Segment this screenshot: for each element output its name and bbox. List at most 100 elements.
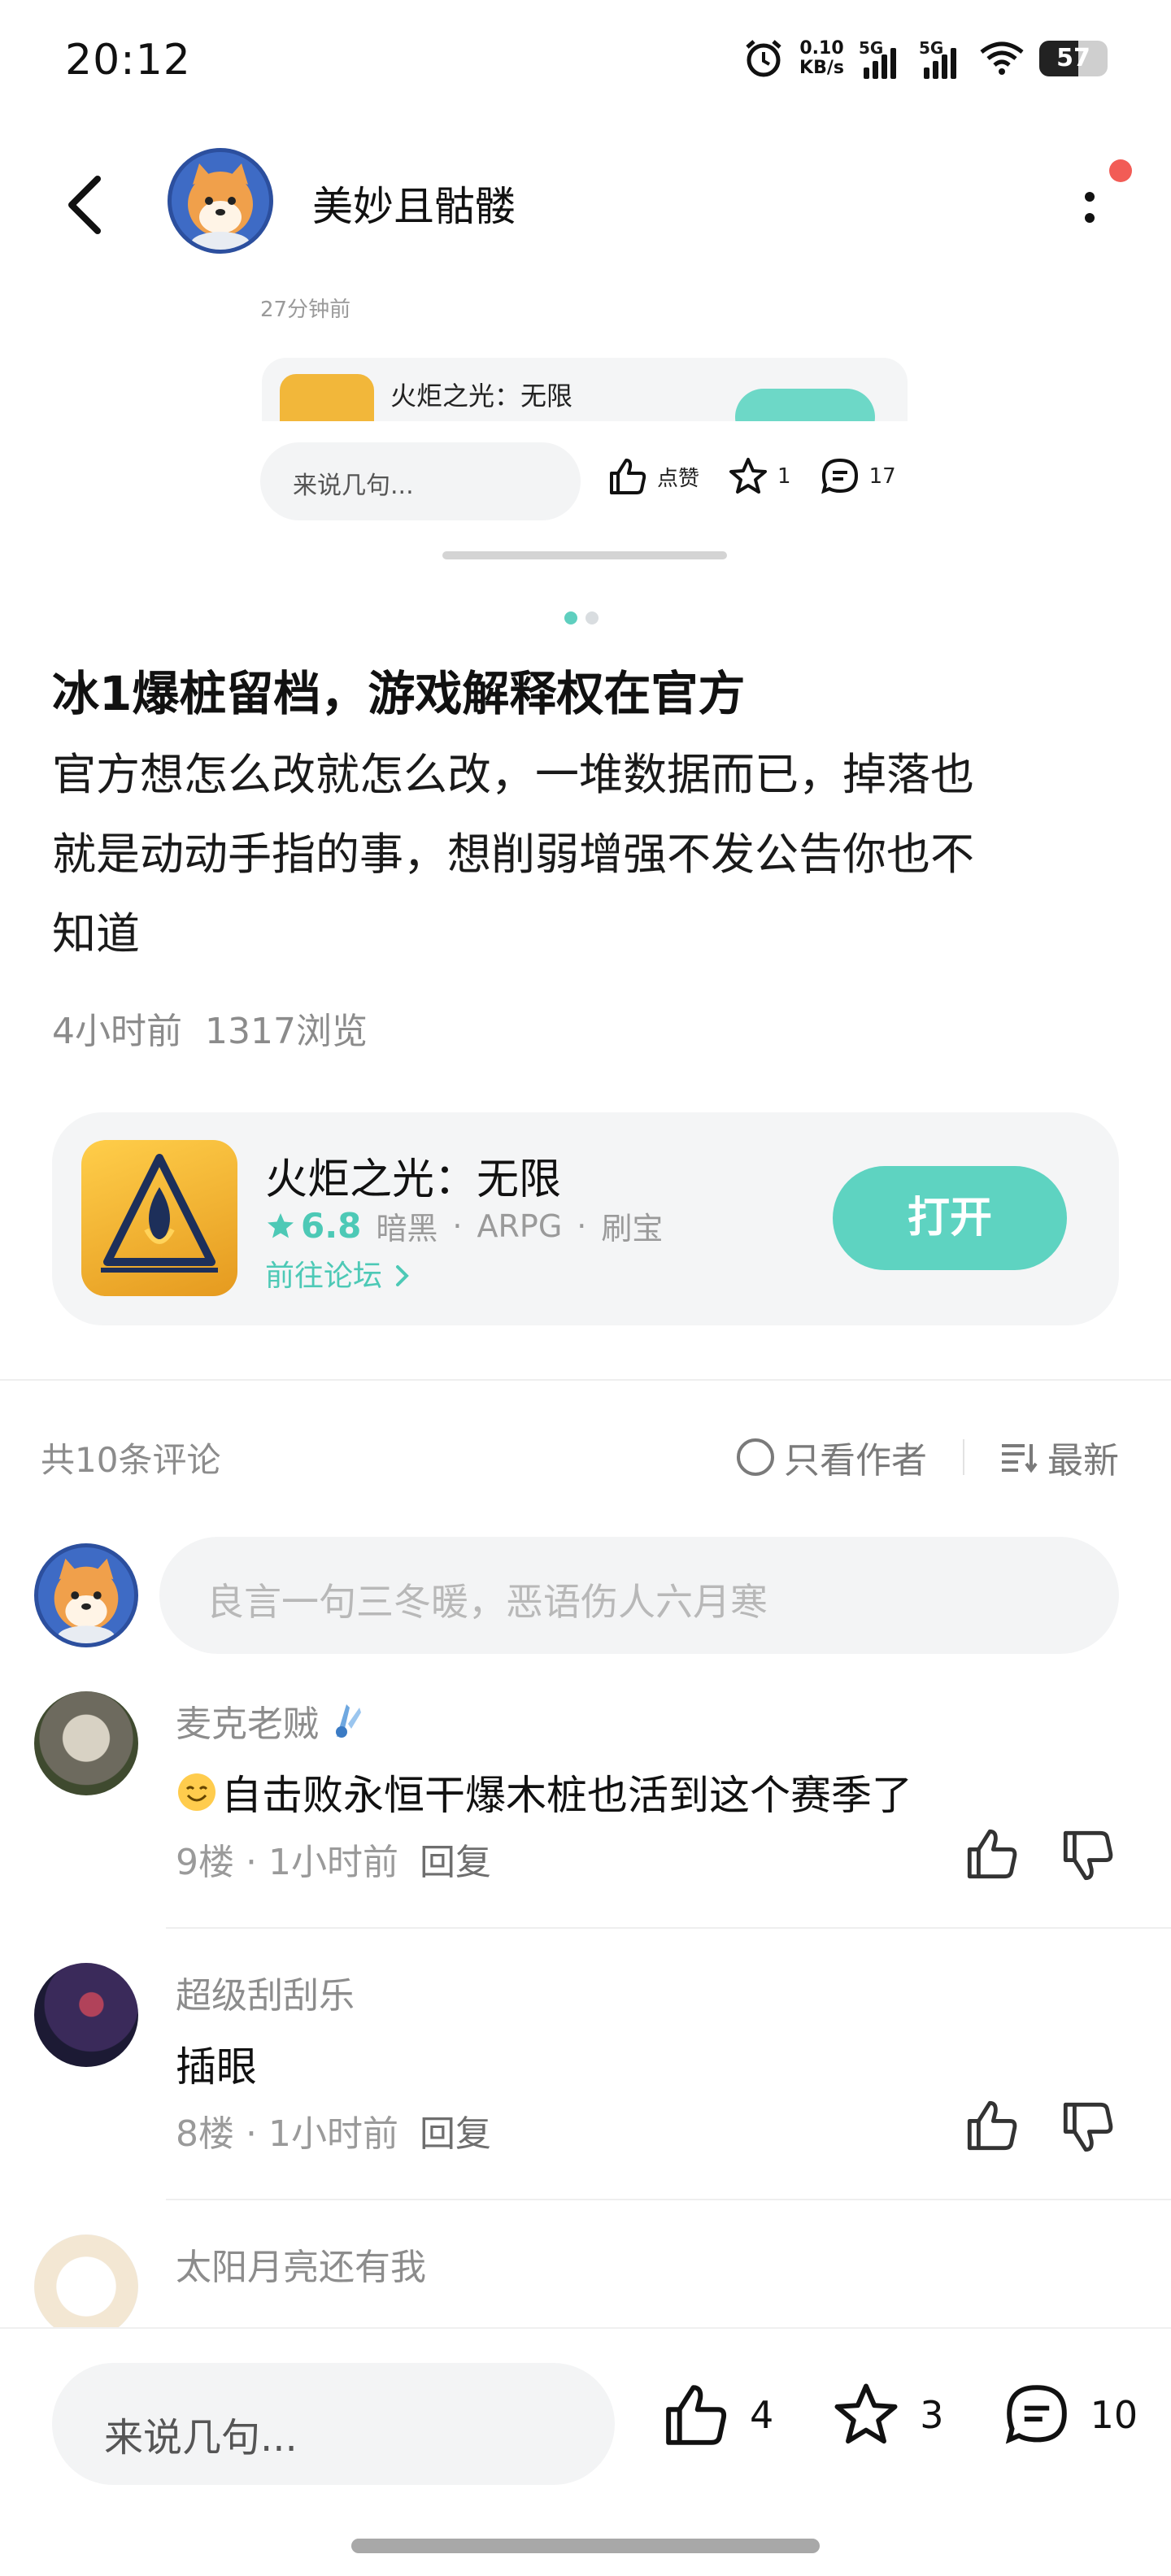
preview-handle — [442, 551, 727, 559]
battery-level: 57 — [1056, 44, 1090, 72]
favorite-button[interactable]: 3 — [830, 2379, 944, 2451]
sim1-label: 5G — [859, 38, 884, 58]
battery-icon: 57 — [1039, 41, 1108, 76]
commenter-name-text: 麦克老贼 — [176, 1704, 319, 1745]
back-button[interactable] — [57, 172, 114, 237]
commenter-avatar[interactable] — [34, 2234, 138, 2327]
sort-button[interactable]: 最新 — [1000, 1431, 1119, 1483]
section-divider — [0, 1379, 1171, 1381]
sort-icon — [1002, 1444, 1038, 1473]
thumbs-up-icon[interactable] — [963, 2096, 1021, 2155]
comment-icon — [821, 458, 858, 494]
net-speed-value: 0.10 — [799, 38, 844, 59]
post-body-line: 就是动动手指的事，想削弱增强不发公告你也不 — [52, 829, 974, 880]
smile-emoji-icon — [178, 1773, 215, 1811]
preview-actions: 点赞 1 17 — [607, 455, 896, 498]
preview-like-label: 点赞 — [657, 466, 700, 491]
comment-item: 超级刮刮乐 插眼 8楼 · 1小时前 回复 — [0, 1963, 1171, 2199]
game-rating-value: 6.8 — [301, 1206, 362, 1246]
net-speed: 0.10 KB/s — [799, 39, 844, 78]
preview-game-title: 火炬之光：无限 — [390, 381, 573, 411]
author-name[interactable]: 美妙且骷髅 — [312, 174, 516, 233]
preview-like: 点赞 — [607, 455, 699, 498]
like-count: 4 — [750, 2393, 774, 2437]
bottom-comment-input[interactable]: 来说几句... — [52, 2363, 615, 2485]
star-icon — [834, 2383, 898, 2444]
post-header: 美妙且骷髅 — [0, 138, 1171, 268]
open-game-button[interactable]: 打开 — [833, 1166, 1067, 1270]
preview-comment-count: 17 — [868, 464, 896, 489]
status-time: 20:12 — [65, 36, 191, 85]
preview-game-card[interactable]: 火炬之光：无限 — [262, 358, 908, 421]
comment-item: 麦克老贼 自击败永恒干爆木桩也活到这个赛季了 9楼 · 1小时前 回复 — [0, 1691, 1171, 1927]
commenter-name-text: 太阳月亮还有我 — [176, 2247, 426, 2288]
signal-icon: 5G — [919, 38, 964, 79]
tag-separator: · — [577, 1208, 587, 1244]
commenter-name[interactable]: 超级刮刮乐 — [176, 1966, 355, 2018]
badge-icon — [336, 1704, 361, 1738]
comment-floor-time: 9楼 · 1小时前 — [176, 1842, 398, 1883]
forum-link[interactable]: 前往论坛 — [265, 1252, 412, 1295]
bottom-actions: 4 3 10 — [660, 2379, 1138, 2451]
game-tag: ARPG — [477, 1208, 563, 1244]
game-meta: 6.8 暗黑 · ARPG · 刷宝 — [265, 1203, 663, 1248]
comment-meta: 9楼 · 1小时前 回复 — [176, 1833, 491, 1885]
thumbs-down-icon[interactable] — [1059, 2098, 1117, 2156]
comment-separator — [166, 1927, 1171, 1929]
comment-text-content: 自击败永恒干爆木桩也活到这个赛季了 — [221, 1772, 912, 1819]
star-filled-icon — [268, 1212, 294, 1238]
like-button[interactable]: 4 — [660, 2379, 773, 2451]
preview-open-button — [735, 389, 875, 421]
commenter-name[interactable]: 麦克老贼 — [176, 1695, 366, 1747]
my-avatar — [34, 1543, 138, 1647]
comments-button[interactable]: 10 — [1001, 2379, 1138, 2451]
post-views: 1317浏览 — [205, 1011, 368, 1052]
game-tag: 刷宝 — [601, 1211, 664, 1247]
reply-button[interactable]: 回复 — [420, 1833, 491, 1885]
post-meta: 4小时前 1317浏览 — [52, 1002, 368, 1054]
comment-icon — [1005, 2385, 1067, 2444]
game-card[interactable]: 火炬之光：无限 6.8 暗黑 · ARPG · 刷宝 前往论坛 打开 — [52, 1112, 1119, 1325]
signal-icon: 5G — [859, 38, 904, 79]
preview-star: 1 — [727, 455, 791, 498]
forum-link-label: 前往论坛 — [265, 1260, 383, 1293]
comment-meta: 8楼 · 1小时前 回复 — [176, 2104, 491, 2156]
comment-text: 插眼 — [176, 2034, 257, 2093]
torchlight-logo-icon — [101, 1154, 218, 1273]
game-rating: 6.8 — [265, 1206, 361, 1246]
post-body-line: 知道 — [52, 908, 140, 959]
carousel-dot-active — [564, 611, 577, 624]
author-only-toggle[interactable]: 只看作者 — [737, 1431, 927, 1483]
game-name: 火炬之光：无限 — [265, 1155, 562, 1204]
thumbs-up-icon — [666, 2385, 727, 2445]
carousel-dot — [586, 611, 599, 624]
thumbs-down-icon[interactable] — [1059, 1826, 1117, 1885]
comment-text: 自击败永恒干爆木桩也活到这个赛季了 — [176, 1763, 912, 1821]
post-body-line: 官方想怎么改就怎么改，一堆数据而已，掉落也 — [52, 749, 974, 800]
thumbs-up-icon[interactable] — [963, 1825, 1021, 1883]
author-only-label: 只看作者 — [784, 1440, 927, 1482]
commenter-name[interactable]: 太阳月亮还有我 — [176, 2238, 426, 2290]
sim2-label: 5G — [919, 38, 944, 58]
shiba-avatar-icon — [54, 1558, 119, 1643]
reply-button[interactable]: 回复 — [420, 2104, 491, 2156]
game-icon — [81, 1140, 237, 1296]
preview-game-icon — [280, 374, 374, 421]
commenter-avatar[interactable] — [34, 1963, 138, 2067]
more-options-icon[interactable] — [1073, 179, 1106, 236]
thumbs-up-icon — [610, 459, 646, 494]
tag-separator: · — [452, 1208, 463, 1244]
comment-input[interactable]: 良言一句三冬暖，恶语伤人六月寒 — [159, 1537, 1119, 1654]
author-avatar[interactable] — [168, 148, 273, 254]
post-body: 官方想怎么改就怎么改，一堆数据而已，掉落也 就是动动手指的事，想削弱增强不发公告… — [52, 735, 1117, 974]
commenter-avatar[interactable] — [34, 1691, 138, 1795]
status-bar: 20:12 0.10 KB/s 5G 5G 57 — [0, 0, 1171, 122]
home-indicator[interactable] — [351, 2539, 820, 2553]
comment-count-bottom: 10 — [1090, 2393, 1138, 2437]
wifi-icon — [980, 41, 1024, 75]
filter-divider — [963, 1439, 964, 1475]
alarm-icon — [746, 40, 781, 77]
shiba-avatar-icon — [188, 163, 253, 250]
net-speed-unit: KB/s — [799, 58, 844, 78]
preview-comment-input: 来说几句... — [260, 442, 581, 520]
